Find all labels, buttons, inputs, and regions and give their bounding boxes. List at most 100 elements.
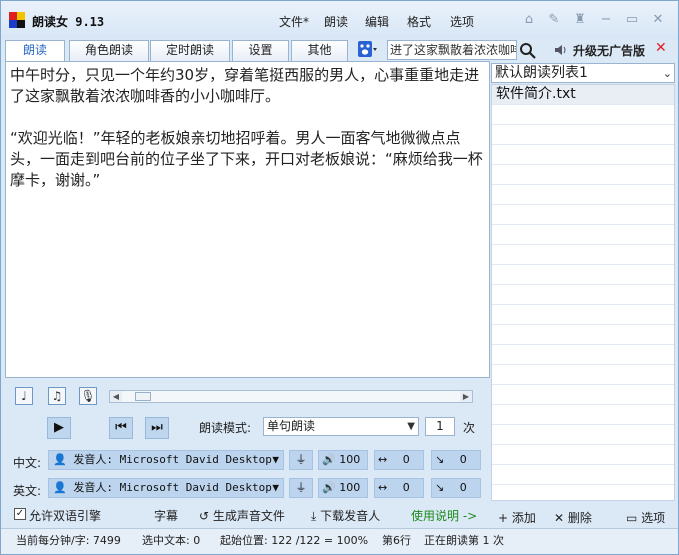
tab-read[interactable]: 朗读 [5,40,65,62]
voice-signal-icon[interactable]: ⏚ [289,478,313,498]
close-icon: ✕ [554,511,568,525]
editor-paragraph: 中午时分，只见一个年约30岁，穿着笔挺西服的男人，心事重重地走进了这家飘散着浓浓… [10,66,480,105]
previous-button[interactable]: ⏮ [109,417,133,439]
audio-file-icon: ↺ [199,509,213,523]
voice-signal-icon[interactable]: ⏚ [289,450,313,470]
chevron-down-icon: ▼ [272,481,279,494]
tab-role-read[interactable]: 角色朗读 [69,40,149,61]
scroll-left-icon[interactable]: ◀ [110,391,122,402]
plus-icon: + [498,511,512,525]
status-avg-speed: 当前每分钟/字: 7499 [16,534,121,547]
add-label: 添加 [511,511,536,525]
list-item[interactable]: 软件简介.txt [492,85,674,104]
tab-timed-read[interactable]: 定时朗读 [150,40,230,61]
download-icon: ⤓ [311,509,321,523]
app-logo-icon [9,12,25,28]
chinese-volume[interactable]: 🔊 100 [318,450,368,470]
tab-settings[interactable]: 设置 [232,40,289,61]
english-volume[interactable]: 🔊 100 [318,478,368,498]
playlist[interactable]: 软件简介.txt [491,84,675,501]
progress-scrollbar[interactable]: ◀ ▶ [109,390,473,403]
repeat-count-input[interactable]: 1 [425,417,455,436]
english-label: 英文: [13,484,42,498]
search-input[interactable]: 进了这家飘散着浓浓咖啡 [387,40,517,60]
scroll-right-icon[interactable]: ▶ [460,391,472,402]
allow-bilingual-checkbox[interactable]: ✓ [14,508,26,520]
app-title: 朗读女 9.13 [32,15,105,29]
chinese-speed[interactable]: ↔ 0 [374,450,424,470]
download-voice-label: 下载发音人 [320,509,381,523]
chinese-voice-select[interactable]: 👤 发音人: Microsoft David Desktop ▼ [48,450,284,470]
baidu-paw-icon[interactable] [358,41,378,59]
repeat-unit: 次 [463,421,476,435]
close-ad-icon[interactable]: ✕ [655,40,667,56]
status-reading: 正在朗读第 1 次 [424,534,504,547]
tools-icon[interactable]: ✎ [546,13,562,27]
english-voice-select[interactable]: 👤 发音人: Microsoft David Desktop ▼ [48,478,284,498]
chevron-down-icon: ▼ [407,421,415,432]
english-speed-value: 0 [402,481,410,494]
menu-file[interactable]: 文件* [279,13,309,30]
editor-paragraph: “欢迎光临！”年轻的老板娘亲切地招呼着。男人一面客气地微微点点头，一面走到吧台前… [10,129,483,189]
speed-icon: ↔ [378,481,391,494]
person-icon: 👤 [53,453,74,466]
chinese-volume-value: 100 [339,453,361,466]
maximize-icon[interactable]: ▭ [624,13,640,27]
playlist-options-button[interactable]: ▭ 选项 [626,509,665,526]
window-close-icon[interactable]: ✕ [650,13,666,27]
read-mode-select[interactable]: 单句朗读 ▼ [263,417,419,436]
english-voice-value: 发音人: Microsoft David Desktop [73,481,272,494]
playlist-select-value: 默认朗读列表1 [495,65,588,81]
generate-audio-label: 生成声音文件 [212,509,285,523]
add-button[interactable]: + 添加 [498,509,536,526]
home-icon[interactable]: ⌂ [521,13,537,27]
chevron-down-icon: ▼ [272,453,279,466]
volume-icon: 🔊 [322,481,340,494]
app-window: 朗读女 9.13 文件* 朗读 编辑 格式 选项 ⌂ ✎ ♜ − ▭ ✕ 朗读 … [0,0,679,555]
chinese-pitch[interactable]: ↘ 0 [431,450,481,470]
menu-format[interactable]: 格式 [407,13,431,30]
speed-icon: ↔ [378,453,391,466]
upgrade-link[interactable]: 升级无广告版 [573,42,645,59]
generate-audio-button[interactable]: ↺ 生成声音文件 [199,507,285,524]
menu-read[interactable]: 朗读 [324,13,348,30]
person-icon: 👤 [53,481,74,494]
delete-button[interactable]: ✕ 删除 [554,509,592,526]
allow-bilingual-label: 允许双语引擎 [29,509,102,523]
chinese-speed-value: 0 [402,453,410,466]
volume-icon: 🔊 [322,453,340,466]
playlist-select[interactable]: 默认朗读列表1 ⌄ [491,63,675,83]
play-button[interactable]: ▶ [47,417,71,439]
status-bar: 当前每分钟/字: 7499 选中文本: 0 起始位置: 122 /122 = 1… [1,528,678,554]
scroll-thumb[interactable] [135,392,151,401]
read-mode-value: 单句朗读 [267,419,316,433]
english-speed[interactable]: ↔ 0 [374,478,424,498]
subtitle-button[interactable]: 字幕 [154,507,178,524]
microphone-icon[interactable]: 🎙 [79,387,97,405]
chinese-pitch-value: 0 [459,453,467,466]
tab-other[interactable]: 其他 [291,40,348,61]
minimize-icon[interactable]: − [598,13,614,27]
english-pitch[interactable]: ↘ 0 [431,478,481,498]
usage-link[interactable]: 使用说明 -> [411,507,477,524]
status-line: 第6行 [382,534,411,547]
options-label: 选项 [641,511,666,525]
menu-options[interactable]: 选项 [450,13,474,30]
pitch-icon: ↘ [435,481,448,494]
shirt-icon[interactable]: ♜ [572,13,588,27]
note-file-icon[interactable]: ♩ [15,387,33,405]
mode-label: 朗读模式: [199,421,252,435]
chevron-down-icon: ⌄ [662,67,672,80]
title-bar: 朗读女 9.13 文件* 朗读 编辑 格式 选项 ⌂ ✎ ♜ − ▭ ✕ [1,1,678,39]
english-pitch-value: 0 [459,481,467,494]
status-selected-text: 选中文本: 0 [142,534,201,547]
chinese-voice-value: 发音人: Microsoft David Desktop [73,453,272,466]
menu-edit[interactable]: 编辑 [365,13,389,30]
search-icon[interactable] [519,42,536,59]
text-editor[interactable]: 中午时分，只见一个年约30岁，穿着笔挺西服的男人，心事重重地走进了这家飘散着浓浓… [5,61,490,378]
download-voice-button[interactable]: ⤓ 下载发音人 [311,507,380,524]
chinese-label: 中文: [13,456,42,470]
music-icon[interactable]: ♫ [48,387,66,405]
next-button[interactable]: ⏭ [145,417,169,439]
status-start-position: 起始位置: 122 /122 = 100% [220,534,369,547]
